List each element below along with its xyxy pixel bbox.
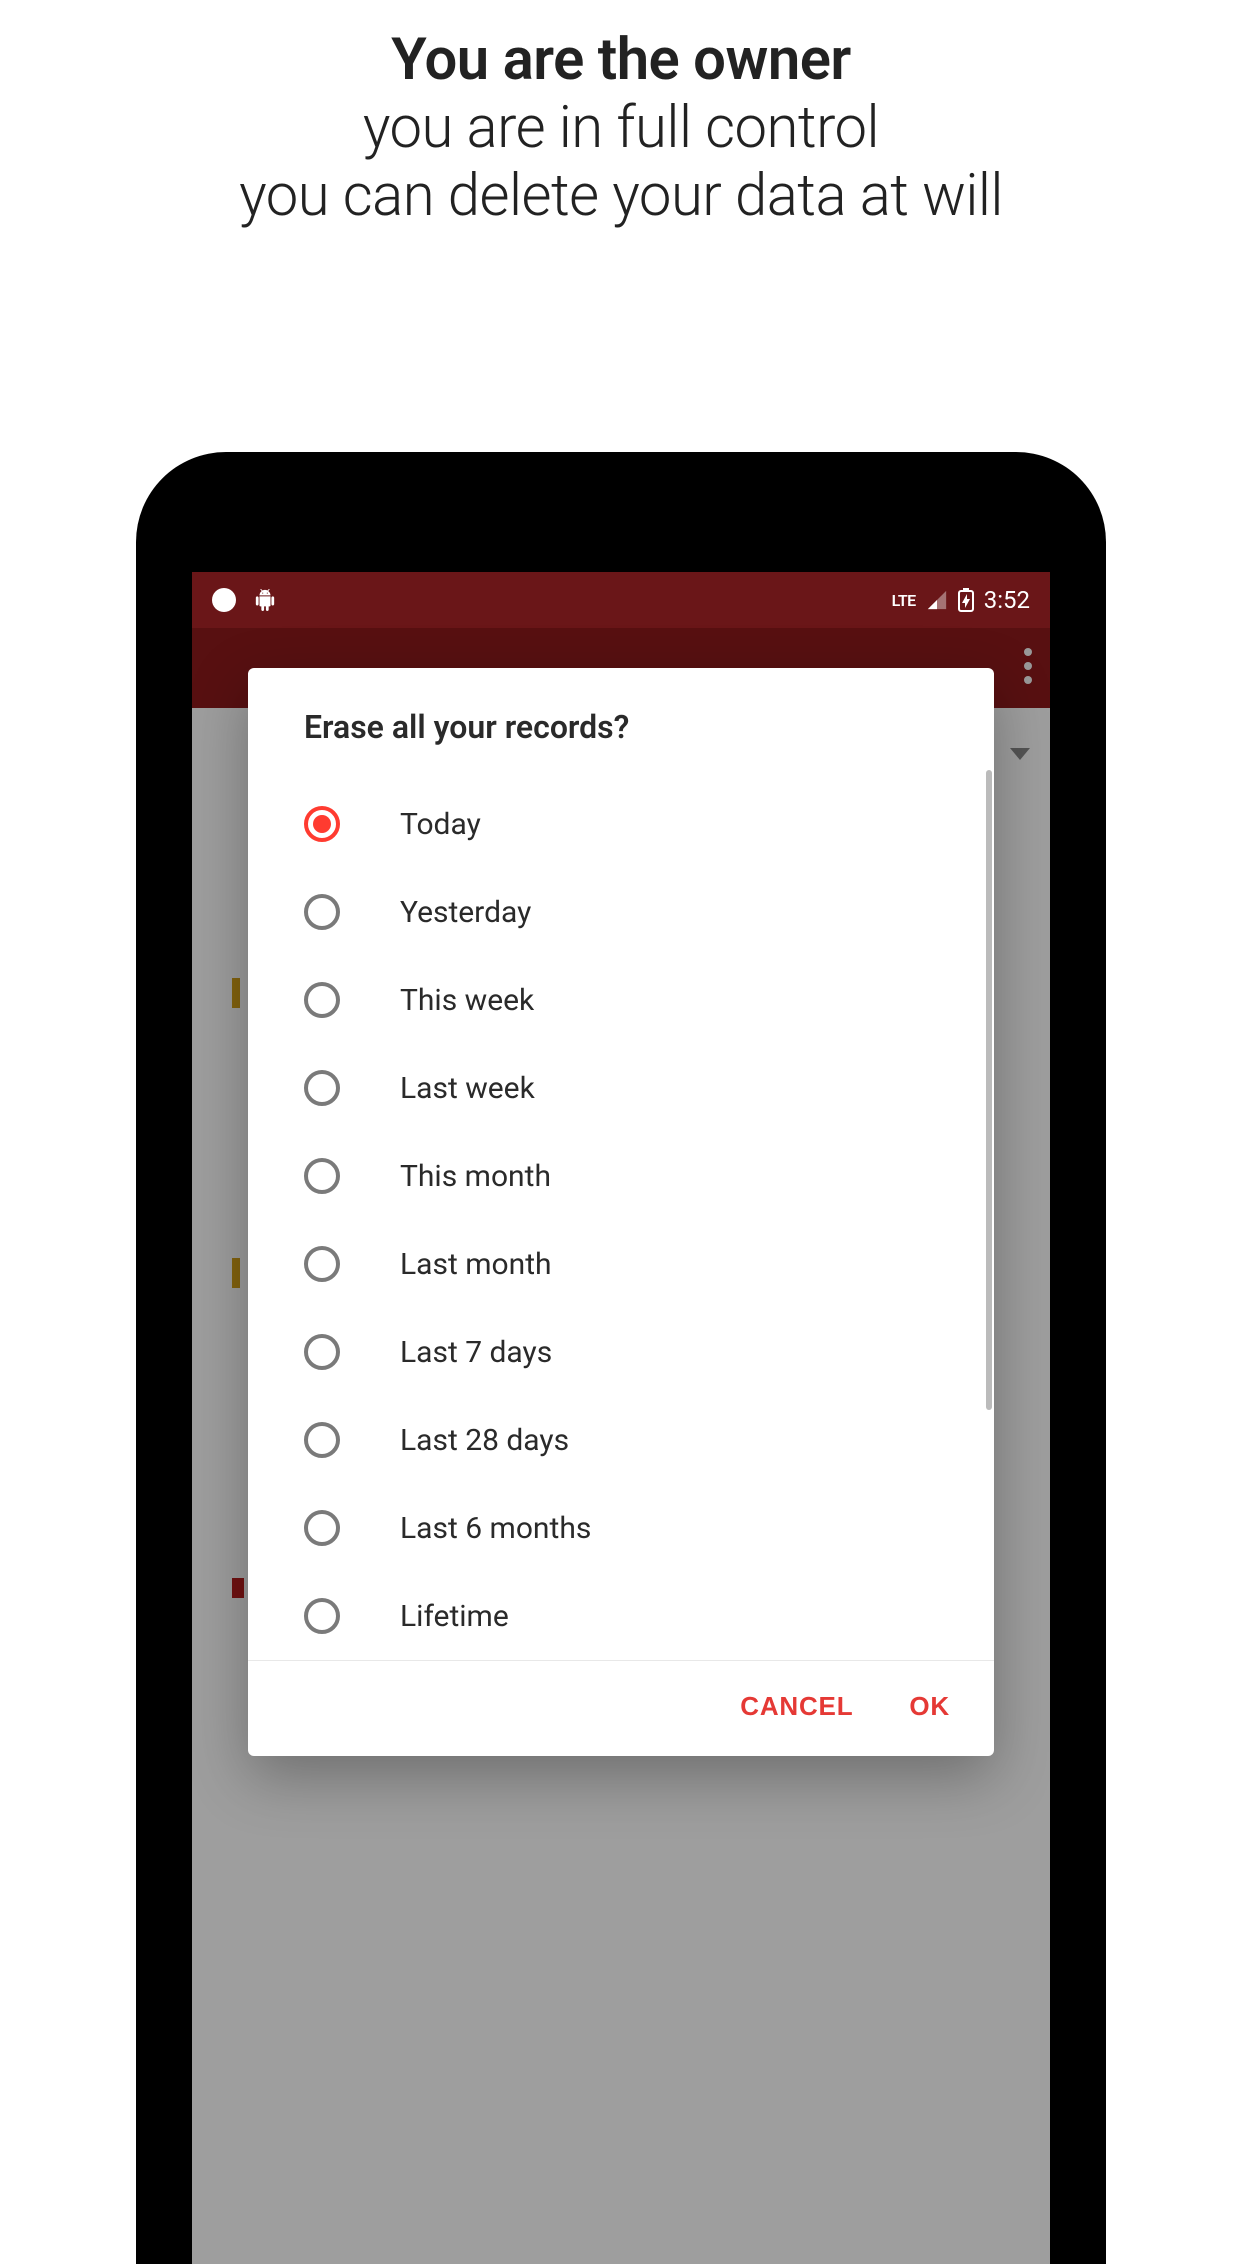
radio-list[interactable]: Today Yesterday This week Last week [248,770,994,1660]
radio-option-this-week[interactable]: This week [248,956,994,1044]
radio-label: Last 7 days [400,1335,552,1370]
radio-option-today[interactable]: Today [248,780,994,868]
radio-option-last-week[interactable]: Last week [248,1044,994,1132]
headline-bold: You are the owner [0,26,1242,94]
headline-line2: you can delete your data at will [0,162,1242,230]
radio-label: Last month [400,1247,552,1282]
radio-button-icon [304,1598,340,1634]
lte-indicator: LTE [892,591,916,610]
radio-button-icon [304,1510,340,1546]
radio-button-icon [304,806,340,842]
dialog-actions: CANCEL OK [248,1660,994,1756]
erase-records-dialog: Erase all your records? Today Yesterday … [248,668,994,1756]
phone-screen: LTE 3:52 Erase all you [192,572,1050,2264]
radio-option-last-28-days[interactable]: Last 28 days [248,1396,994,1484]
radio-option-last-6-months[interactable]: Last 6 months [248,1484,994,1572]
phone-frame: LTE 3:52 Erase all you [136,452,1106,2264]
android-icon [254,589,276,611]
scrollbar-thumb[interactable] [986,770,992,1410]
radio-label: Lifetime [400,1599,509,1634]
radio-option-last-month[interactable]: Last month [248,1220,994,1308]
app-content: Erase all your records? Today Yesterday … [192,628,1050,2264]
cancel-button[interactable]: CANCEL [740,1691,853,1722]
battery-charging-icon [958,588,974,612]
notification-dot-icon [212,588,236,612]
radio-button-icon [304,1246,340,1282]
overflow-menu-icon[interactable] [1024,648,1034,684]
radio-label: Today [400,807,481,842]
headline-line1: you are in full control [0,94,1242,162]
radio-label: Last week [400,1071,535,1106]
radio-option-yesterday[interactable]: Yesterday [248,868,994,956]
radio-button-icon [304,1158,340,1194]
radio-button-icon [304,1070,340,1106]
radio-option-last-7-days[interactable]: Last 7 days [248,1308,994,1396]
ok-button[interactable]: OK [909,1691,950,1722]
radio-button-icon [304,1334,340,1370]
radio-button-icon [304,1422,340,1458]
radio-option-this-month[interactable]: This month [248,1132,994,1220]
status-bar: LTE 3:52 [192,572,1050,628]
radio-label: This month [400,1159,551,1194]
dialog-title: Erase all your records? [248,668,994,770]
status-left [212,588,276,612]
promo-headline: You are the owner you are in full contro… [0,0,1242,231]
radio-button-icon [304,982,340,1018]
radio-label: This week [400,983,534,1018]
status-time: 3:52 [984,586,1030,614]
radio-button-icon [304,894,340,930]
status-right: LTE 3:52 [892,586,1030,614]
radio-label: Yesterday [400,895,531,930]
radio-label: Last 28 days [400,1423,569,1458]
radio-option-lifetime[interactable]: Lifetime [248,1572,994,1660]
signal-icon [926,589,948,611]
radio-label: Last 6 months [400,1511,591,1546]
